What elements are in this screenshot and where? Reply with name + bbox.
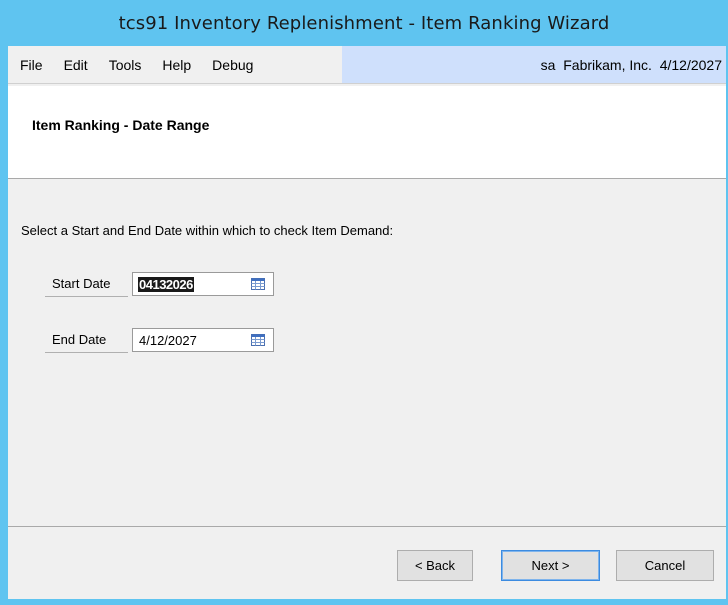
start-date-value: 04132026 <box>138 276 194 292</box>
calendar-icon[interactable] <box>251 278 265 290</box>
menu-help[interactable]: Help <box>162 57 191 73</box>
menu-bar: File Edit Tools Help Debug sa Fabrikam, … <box>8 46 726 83</box>
menu-tools[interactable]: Tools <box>109 57 142 73</box>
user-company-date-info: sa Fabrikam, Inc. 4/12/2027 <box>342 46 726 83</box>
footer-divider <box>8 526 726 527</box>
menu-file[interactable]: File <box>20 57 43 73</box>
wizard-client-area: File Edit Tools Help Debug sa Fabrikam, … <box>8 46 726 599</box>
cancel-button[interactable]: Cancel <box>616 550 714 581</box>
start-date-label: Start Date <box>45 271 128 297</box>
app-window: tcs91 Inventory Replenishment - Item Ran… <box>0 0 728 605</box>
calendar-icon[interactable] <box>251 334 265 346</box>
end-date-field[interactable]: 4/12/2027 <box>132 328 274 352</box>
start-date-field[interactable]: 04132026 <box>132 272 274 296</box>
user-info-text: sa Fabrikam, Inc. 4/12/2027 <box>540 56 722 73</box>
menu-list: File Edit Tools Help Debug <box>8 46 342 83</box>
menu-edit[interactable]: Edit <box>64 57 88 73</box>
window-title: tcs91 Inventory Replenishment - Item Ran… <box>118 12 610 34</box>
back-button[interactable]: < Back <box>397 550 473 581</box>
next-button[interactable]: Next > <box>501 550 600 581</box>
start-date-row: Start Date 04132026 <box>45 270 274 298</box>
end-date-row: End Date 4/12/2027 <box>45 326 274 354</box>
end-date-value: 4/12/2027 <box>139 332 197 348</box>
wizard-header: Item Ranking - Date Range <box>8 86 726 179</box>
menu-debug[interactable]: Debug <box>212 57 253 73</box>
instruction-text: Select a Start and End Date within which… <box>21 223 394 238</box>
title-bar[interactable]: tcs91 Inventory Replenishment - Item Ran… <box>0 0 728 46</box>
end-date-label: End Date <box>45 327 128 353</box>
menu-divider <box>8 83 726 84</box>
wizard-step-title: Item Ranking - Date Range <box>32 117 210 133</box>
